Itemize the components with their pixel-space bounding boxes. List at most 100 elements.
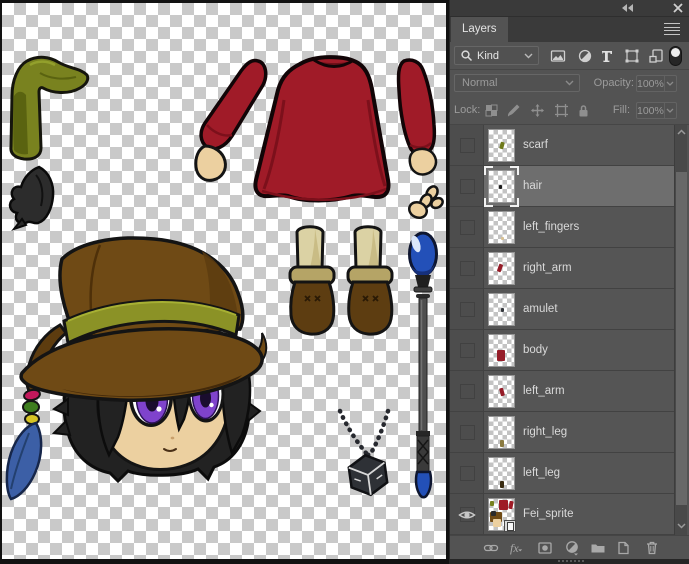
layer-row-right_arm[interactable]: right_arm [450, 248, 674, 289]
filter-kind-select[interactable]: Kind [454, 46, 539, 65]
smart-object-filter-icon[interactable] [648, 48, 664, 64]
lock-transparent-pixels-icon[interactable] [484, 103, 499, 118]
layer-row-scarf[interactable]: scarf [450, 125, 674, 166]
delete-layer-icon[interactable] [644, 540, 660, 556]
canvas-area[interactable] [2, 3, 446, 559]
shape-layer-filter-icon[interactable] [624, 48, 640, 64]
scarf-sprite [11, 57, 88, 159]
fill-value: 100% [637, 105, 664, 117]
thumbnail-mark [500, 481, 504, 488]
visibility-toggle[interactable] [460, 343, 475, 358]
panel-menu-icon[interactable] [664, 23, 680, 36]
new-layer-icon[interactable] [615, 540, 631, 556]
layer-name: amulet [523, 303, 558, 315]
thumbnail-mark [493, 519, 501, 527]
layer-thumbnail[interactable] [488, 129, 515, 162]
layer-thumbnail[interactable] [488, 252, 515, 285]
amulet-sprite [340, 411, 389, 497]
layer-row-right_leg[interactable]: right_leg [450, 412, 674, 453]
layer-thumbnail[interactable] [488, 416, 515, 449]
layer-row-amulet[interactable]: amulet [450, 289, 674, 330]
visibility-cell[interactable] [450, 494, 484, 534]
visibility-toggle[interactable] [460, 138, 475, 153]
visibility-cell[interactable] [450, 412, 484, 452]
lock-artboard-icon[interactable] [554, 103, 569, 118]
layer-thumbnail[interactable] [488, 457, 515, 490]
thumbnail-mark [490, 501, 494, 506]
scrollbar-thumb[interactable] [676, 172, 687, 505]
close-icon[interactable] [673, 3, 683, 13]
right-fingers-sprite [407, 184, 445, 220]
eye-icon[interactable] [458, 509, 476, 521]
layer-name: hair [523, 180, 542, 192]
filter-toggle-switch[interactable] [669, 46, 682, 66]
thumbnail-mark [497, 264, 503, 273]
layer-name: scarf [523, 139, 548, 151]
scroll-up-icon[interactable] [677, 129, 686, 135]
chevron-down-icon [666, 81, 674, 86]
layer-thumbnail[interactable] [488, 498, 515, 531]
opacity-value-box[interactable]: 100% [636, 75, 677, 92]
scroll-down-icon[interactable] [677, 523, 686, 529]
layer-row-left_fingers[interactable]: left_fingers [450, 207, 674, 248]
layer-thumbnail[interactable] [488, 375, 515, 408]
visibility-cell[interactable] [450, 289, 484, 329]
filter-kind-label: Kind [477, 50, 499, 62]
new-adjustment-layer-icon[interactable] [564, 540, 580, 556]
lock-position-icon[interactable] [530, 103, 545, 118]
layer-styles-fx-icon[interactable]: fx [509, 540, 529, 556]
svg-text:fx: fx [510, 541, 519, 555]
type-layer-filter-icon[interactable] [599, 48, 615, 64]
link-layers-icon[interactable] [483, 540, 499, 556]
layer-row-left_leg[interactable]: left_leg [450, 453, 674, 494]
pixel-layer-filter-icon[interactable] [550, 48, 566, 64]
visibility-cell[interactable] [450, 248, 484, 288]
layer-list-scrollbar[interactable] [674, 125, 687, 535]
visibility-toggle[interactable] [460, 384, 475, 399]
chevron-down-icon [524, 53, 533, 59]
visibility-cell[interactable] [450, 330, 484, 370]
visibility-toggle[interactable] [460, 220, 475, 235]
layer-thumbnail[interactable] [488, 170, 515, 203]
sprite-artwork [2, 3, 446, 559]
layer-name: left_fingers [523, 221, 579, 233]
opacity-value: 100% [637, 78, 664, 90]
photoshop-window: Layers Kind [0, 0, 689, 564]
layer-name: Fei_sprite [523, 508, 574, 520]
visibility-cell[interactable] [450, 453, 484, 493]
smart-object-badge [504, 520, 516, 532]
visibility-toggle[interactable] [460, 425, 475, 440]
resize-grip[interactable] [558, 560, 584, 562]
thumbnail-mark [501, 237, 504, 240]
lock-image-pixels-icon[interactable] [506, 103, 521, 118]
visibility-toggle[interactable] [460, 302, 475, 317]
visibility-cell[interactable] [450, 166, 484, 206]
visibility-toggle[interactable] [460, 179, 475, 194]
collapse-panels-icon[interactable] [621, 3, 634, 13]
visibility-cell[interactable] [450, 371, 484, 411]
add-layer-mask-icon[interactable] [537, 540, 553, 556]
visibility-toggle[interactable] [460, 466, 475, 481]
blend-mode-select[interactable]: Normal [454, 74, 580, 92]
fill-value-box[interactable]: 100% [636, 102, 677, 119]
visibility-cell[interactable] [450, 207, 484, 247]
layer-row-hair[interactable]: hair [450, 166, 674, 207]
fill-label: Fill: [590, 104, 630, 116]
thumbnail-mark [499, 500, 508, 510]
new-group-icon[interactable] [590, 540, 606, 556]
layer-row-Fei_sprite[interactable]: Fei_sprite [450, 494, 674, 535]
thumbnail-mark [500, 440, 504, 447]
layer-thumbnail[interactable] [488, 293, 515, 326]
body-dress-sprite [255, 57, 388, 200]
layer-row-body[interactable]: body [450, 330, 674, 371]
lock-all-icon[interactable] [576, 103, 591, 118]
tab-layers[interactable]: Layers [451, 17, 508, 42]
layer-thumbnail[interactable] [488, 334, 515, 367]
adjustment-layer-filter-icon[interactable] [577, 48, 593, 64]
visibility-cell[interactable] [450, 125, 484, 165]
thumbnail-mark [508, 501, 513, 510]
layer-row-left_arm[interactable]: left_arm [450, 371, 674, 412]
layer-thumbnail[interactable] [488, 211, 515, 244]
visibility-toggle[interactable] [460, 261, 475, 276]
lock-label: Lock: [454, 104, 480, 116]
